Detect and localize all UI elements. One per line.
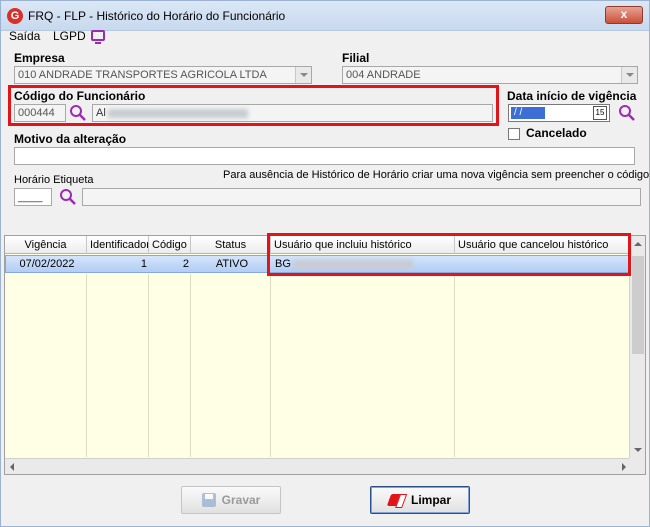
empresa-combo[interactable]: 010 ANDRADE TRANSPORTES AGRICOLA LTDA [14,66,312,84]
calendar-icon[interactable]: 15 [593,106,607,120]
redacted-name [107,108,248,118]
cell-status: ATIVO [215,258,249,270]
grid-divider [190,274,191,457]
app-window: G FRQ - FLP - Histórico do Horário do Fu… [0,0,650,527]
grid-divider [270,274,271,457]
horizontal-scrollbar[interactable] [5,458,631,474]
filial-label: Filial [342,51,370,65]
grid-divider [454,274,455,457]
motivo-label: Motivo da alteração [14,132,127,146]
scroll-down-icon[interactable] [634,448,642,452]
scroll-corner [629,458,645,474]
empresa-value: 010 ANDRADE TRANSPORTES AGRICOLA LTDA [18,69,267,81]
motivo-input[interactable] [14,147,635,165]
window-title: FRQ - FLP - Histórico do Horário do Func… [28,9,286,23]
scroll-thumb[interactable] [632,256,644,354]
chevron-down-icon[interactable] [621,67,637,83]
info-text: Para ausência de Histórico de Horário cr… [223,169,650,181]
employee-name-value: Al [96,107,106,119]
horario-label: Horário Etiqueta [14,174,94,186]
menu-saida[interactable]: Saída [9,29,40,43]
horario-input[interactable]: ____ [14,188,52,206]
col-status[interactable]: Status [191,236,271,254]
cell-vigencia: 07/02/2022 [19,258,75,270]
gravar-label: Gravar [221,493,261,507]
employee-name-field: Al [92,104,493,122]
horario-description-field [82,188,641,206]
search-icon[interactable] [69,104,87,122]
grid-divider [86,274,87,457]
app-logo-icon: G [7,8,23,24]
chevron-down-icon[interactable] [295,67,311,83]
col-vigencia[interactable]: Vigência [5,236,87,254]
scroll-left-icon[interactable] [10,463,14,471]
data-vigencia-label: Data início de vigência [507,89,637,103]
menu-lgpd[interactable]: LGPD [53,29,86,43]
col-codigo[interactable]: Código [149,236,191,254]
codigo-label: Código do Funcionário [14,89,146,103]
vertical-scrollbar[interactable] [629,236,645,458]
cancelado-label: Cancelado [526,126,587,140]
eraser-icon [386,494,408,506]
save-icon [201,493,216,507]
date-selected-segment: / / [511,107,545,119]
scroll-up-icon[interactable] [634,242,642,246]
data-vigencia-input[interactable]: / / 15 [508,104,610,122]
menu-bar: Saída LGPD [1,27,649,45]
grid-divider [148,274,149,457]
search-icon[interactable] [59,188,77,206]
empresa-label: Empresa [14,51,65,65]
gravar-button[interactable]: Gravar [181,486,281,514]
highlight-user-columns [267,233,631,276]
limpar-button[interactable]: Limpar [370,486,470,514]
filial-value: 004 ANDRADE [346,69,421,81]
close-button[interactable]: x [605,6,643,24]
cell-codigo: 2 [182,258,189,270]
codigo-input[interactable]: 000444 [14,104,66,122]
scroll-right-icon[interactable] [622,463,626,471]
search-icon[interactable] [618,104,636,122]
cancelado-checkbox[interactable] [508,128,520,140]
filial-combo[interactable]: 004 ANDRADE [342,66,638,84]
cell-identificador: 1 [140,258,147,270]
monitor-icon[interactable] [91,30,105,44]
col-identificador[interactable]: Identificador [87,236,149,254]
limpar-label: Limpar [410,493,451,507]
